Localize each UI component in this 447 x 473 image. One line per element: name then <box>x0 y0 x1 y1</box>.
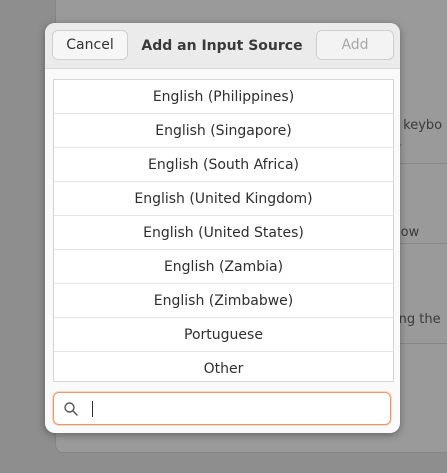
search-field[interactable] <box>53 392 391 425</box>
list-item[interactable]: English (Zambia) <box>54 250 393 284</box>
background-divider <box>400 243 447 244</box>
cancel-button[interactable]: Cancel <box>52 30 128 60</box>
search-icon <box>63 401 79 417</box>
background-divider <box>400 163 447 164</box>
add-button[interactable]: Add <box>316 30 394 60</box>
list-item[interactable]: Portuguese <box>54 318 393 352</box>
add-input-source-dialog: Cancel Add an Input Source Add English (… <box>45 23 400 433</box>
input-source-list: English (Philippines) English (Singapore… <box>53 79 394 382</box>
list-item[interactable]: English (United Kingdom) <box>54 182 393 216</box>
dialog-header: Cancel Add an Input Source Add <box>45 23 400 69</box>
background-text: ing the <box>395 312 441 327</box>
list-item[interactable]: Other <box>54 352 393 381</box>
background-text: low <box>397 225 420 240</box>
background-divider <box>400 343 447 344</box>
list-item[interactable]: English (Zimbabwe) <box>54 284 393 318</box>
text-caret <box>92 401 93 417</box>
search-input[interactable] <box>84 397 379 420</box>
list-item[interactable]: English (South Africa) <box>54 148 393 182</box>
list-item[interactable]: English (United States) <box>54 216 393 250</box>
dialog-title: Add an Input Source <box>141 37 303 54</box>
list-item[interactable]: English (Philippines) <box>54 80 393 114</box>
list-item[interactable]: English (Singapore) <box>54 114 393 148</box>
